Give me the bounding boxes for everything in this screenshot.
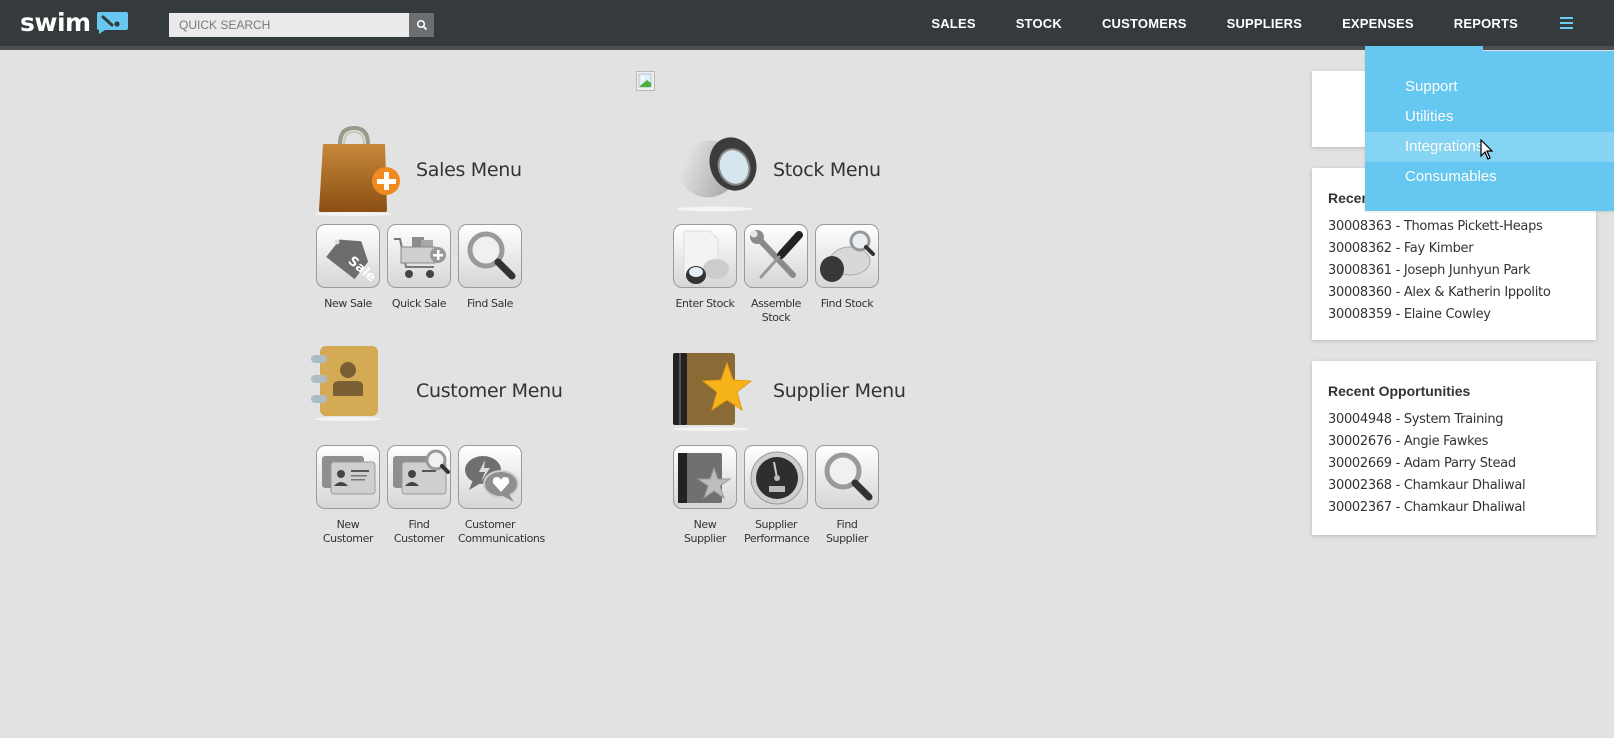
magnifier-icon bbox=[467, 231, 516, 280]
sale-tag-icon: Sale bbox=[326, 239, 379, 285]
customer-communications-tile[interactable]: Customer Communications bbox=[458, 445, 545, 546]
nav-suppliers[interactable]: SUPPLIERS bbox=[1207, 0, 1322, 46]
shopping-cart-plus-icon bbox=[394, 237, 446, 278]
logo-text: swim bbox=[20, 8, 91, 37]
supplier-menu-section: Supplier Menu New Supplier Supplier Perf… bbox=[667, 343, 987, 546]
find-customer-tile[interactable]: Find Customer bbox=[387, 445, 451, 546]
enter-stock-tile[interactable]: Enter Stock bbox=[673, 224, 737, 325]
find-supplier-label: Find Supplier bbox=[825, 518, 869, 545]
new-sale-tile[interactable]: Sale New Sale bbox=[316, 224, 380, 311]
new-customer-tile[interactable]: New Customer bbox=[316, 445, 380, 546]
recent-customer-item[interactable]: 30008361 - Joseph Junhyun Park bbox=[1328, 260, 1580, 282]
new-supplier-label: New Supplier bbox=[683, 518, 727, 545]
nav-customers[interactable]: CUSTOMERS bbox=[1082, 0, 1207, 46]
nav-sales[interactable]: SALES bbox=[911, 0, 995, 46]
find-supplier-tile[interactable]: Find Supplier bbox=[815, 445, 879, 546]
assemble-stock-tile[interactable]: Assemble Stock bbox=[744, 224, 808, 325]
speedometer-icon bbox=[750, 451, 804, 505]
chat-bubbles-icon bbox=[465, 456, 519, 502]
shopping-bag-plus-icon[interactable] bbox=[310, 122, 406, 217]
find-stock-label: Find Stock bbox=[820, 297, 874, 310]
recent-customer-item[interactable]: 30008363 - Thomas Pickett-Heaps bbox=[1328, 216, 1580, 238]
new-supplier-tile[interactable]: New Supplier bbox=[673, 445, 737, 546]
quick-sale-tile[interactable]: Quick Sale bbox=[387, 224, 451, 311]
enter-stock-label: Enter Stock bbox=[675, 297, 735, 310]
supplier-menu-title[interactable]: Supplier Menu bbox=[773, 380, 906, 402]
star-book-icon[interactable] bbox=[667, 343, 763, 438]
sales-menu-section: Sales Menu Sale New Sale Quick Sale Find… bbox=[310, 122, 630, 311]
recent-customer-item[interactable]: 30008362 - Fay Kimber bbox=[1328, 238, 1580, 260]
nav-reports[interactable]: REPORTS bbox=[1434, 0, 1538, 46]
customer-menu-title[interactable]: Customer Menu bbox=[416, 380, 563, 402]
new-customer-label: New Customer bbox=[322, 518, 374, 545]
menu-item-support[interactable]: Support bbox=[1365, 72, 1614, 102]
more-dropdown-menu: Support Utilities Integrations Consumabl… bbox=[1365, 51, 1614, 211]
nav-stock[interactable]: STOCK bbox=[996, 0, 1082, 46]
find-sale-tile[interactable]: Find Sale bbox=[458, 224, 522, 311]
supplier-performance-label: Supplier Performance bbox=[744, 518, 810, 545]
recent-opportunity-item[interactable]: 30002367 - Chamkaur Dhaliwal bbox=[1328, 497, 1580, 519]
recent-customer-item[interactable]: 30008359 - Elaine Cowley bbox=[1328, 304, 1580, 326]
hamburger-icon bbox=[1559, 17, 1573, 29]
recent-opportunity-item[interactable]: 30002368 - Chamkaur Dhaliwal bbox=[1328, 475, 1580, 497]
contact-cards-search-icon bbox=[393, 449, 450, 495]
main-nav: SALES STOCK CUSTOMERS SUPPLIERS EXPENSES… bbox=[911, 0, 1614, 50]
quick-search-input[interactable] bbox=[169, 13, 409, 37]
contact-cards-icon bbox=[322, 456, 376, 495]
stock-menu-section: Stock Menu Enter Stock Assemble Stock Fi… bbox=[667, 122, 987, 325]
grey-star-book-icon bbox=[678, 453, 732, 503]
customer-menu-section: Customer Menu New Customer Find Customer bbox=[310, 343, 630, 546]
find-customer-label: Find Customer bbox=[393, 518, 445, 545]
recent-opportunities-title: Recent Opportunities bbox=[1328, 383, 1471, 399]
assemble-stock-label: Assemble Stock bbox=[750, 297, 802, 324]
more-menu-button[interactable] bbox=[1538, 0, 1594, 50]
document-stock-icon bbox=[683, 230, 729, 284]
recent-opportunity-item[interactable]: 30004948 - System Training bbox=[1328, 409, 1580, 431]
customer-communications-label: Customer Communications bbox=[458, 518, 545, 545]
find-stock-tile[interactable]: Find Stock bbox=[815, 224, 879, 325]
stock-menu-title[interactable]: Stock Menu bbox=[773, 159, 881, 181]
broken-image-icon bbox=[636, 71, 655, 91]
swim-logo[interactable]: swim bbox=[20, 10, 129, 36]
magnifier-icon bbox=[824, 452, 873, 501]
address-book-icon[interactable] bbox=[310, 343, 406, 438]
search-icon bbox=[416, 19, 427, 31]
search-button[interactable] bbox=[409, 13, 434, 37]
stock-loupe-icon[interactable] bbox=[667, 122, 763, 217]
sales-menu-title[interactable]: Sales Menu bbox=[416, 159, 522, 181]
mouse-cursor-icon bbox=[1480, 139, 1494, 160]
new-sale-label: New Sale bbox=[324, 297, 372, 310]
recent-opportunities-card: Recent Opportunities 30004948 - System T… bbox=[1312, 361, 1596, 535]
nav-expenses[interactable]: EXPENSES bbox=[1322, 0, 1434, 46]
wrench-screwdriver-icon bbox=[750, 230, 803, 279]
stock-search-icon bbox=[820, 230, 875, 282]
quick-sale-label: Quick Sale bbox=[391, 297, 447, 310]
recent-opportunity-item[interactable]: 30002676 - Angie Fawkes bbox=[1328, 431, 1580, 453]
recent-opportunity-item[interactable]: 30002669 - Adam Parry Stead bbox=[1328, 453, 1580, 475]
find-sale-label: Find Sale bbox=[467, 297, 513, 310]
menu-item-utilities[interactable]: Utilities bbox=[1365, 102, 1614, 132]
recent-customer-item[interactable]: 30008360 - Alex & Katherin Ippolito bbox=[1328, 282, 1580, 304]
quick-search bbox=[169, 13, 434, 37]
menu-item-consumables[interactable]: Consumables bbox=[1365, 162, 1614, 192]
swimmer-logo-icon bbox=[96, 12, 128, 34]
top-navigation-bar: swim SALES STOCK CUSTOMERS SUPPLIERS EXP… bbox=[0, 0, 1614, 50]
supplier-performance-tile[interactable]: Supplier Performance bbox=[744, 445, 810, 546]
